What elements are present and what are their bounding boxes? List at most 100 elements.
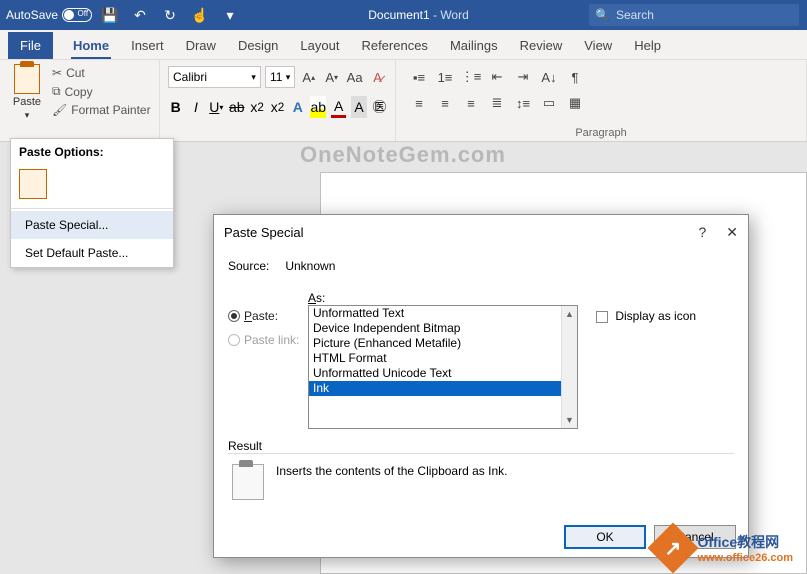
- show-marks-button[interactable]: ¶: [564, 66, 586, 88]
- tab-insert[interactable]: Insert: [129, 32, 166, 59]
- title-bar: AutoSave Off 💾 ↶ ↻ ☝ ▾ Document1 - Word …: [0, 0, 807, 30]
- font-color-button[interactable]: A: [331, 96, 346, 118]
- autosave-label: AutoSave: [6, 8, 58, 22]
- increase-indent-button[interactable]: ⇥: [512, 66, 534, 88]
- qat-customize-icon[interactable]: ▾: [218, 3, 242, 27]
- align-left-button[interactable]: ≡: [408, 92, 430, 114]
- tab-draw[interactable]: Draw: [184, 32, 218, 59]
- font-group: Calibri▾ 11▾ A▴ A▾ Aa A̷ B I U▾ ab x2 x2…: [160, 60, 396, 141]
- chevron-down-icon: ▾: [25, 110, 30, 121]
- multilevel-button[interactable]: ⋮≡: [460, 66, 482, 88]
- list-item-selected[interactable]: Ink: [309, 381, 577, 396]
- paragraph-group: ▪≡ 1≡ ⋮≡ ⇤ ⇥ A↓ ¶ ≡ ≡ ≡ ≣ ↕≡ ▭ ▦ Paragra…: [396, 60, 807, 141]
- autosave-toggle[interactable]: AutoSave Off: [6, 8, 92, 22]
- brush-icon: 🖌: [52, 103, 67, 117]
- corner-watermark: ↗ Office教程网 www.office26.com: [655, 530, 793, 566]
- copy-button[interactable]: ⧉Copy: [52, 84, 151, 99]
- font-name-combo[interactable]: Calibri▾: [168, 66, 261, 88]
- italic-button[interactable]: I: [188, 96, 203, 118]
- sort-button[interactable]: A↓: [538, 66, 560, 88]
- underline-button[interactable]: U▾: [209, 96, 224, 118]
- char-shading-button[interactable]: A: [351, 96, 366, 118]
- superscript-button[interactable]: x2: [270, 96, 285, 118]
- paste-link-radio: Paste link:: [228, 333, 308, 347]
- paste-button[interactable]: Paste ▾: [8, 64, 46, 121]
- radio-unchecked-icon: [228, 334, 240, 346]
- source-label: Source:: [228, 259, 282, 273]
- set-default-paste-menuitem[interactable]: Set Default Paste...: [11, 239, 173, 267]
- paste-special-menuitem[interactable]: Paste Special...: [11, 211, 173, 239]
- office-badge-icon: ↗: [648, 523, 699, 574]
- checkbox-icon: [596, 311, 608, 323]
- display-as-icon-checkbox[interactable]: Display as icon: [596, 309, 696, 323]
- search-input[interactable]: 🔍 Search: [589, 4, 799, 26]
- bullets-button[interactable]: ▪≡: [408, 66, 430, 88]
- numbering-button[interactable]: 1≡: [434, 66, 456, 88]
- search-placeholder: Search: [616, 8, 654, 22]
- clipboard-result-icon: [232, 464, 264, 500]
- enclose-button[interactable]: ㊩: [372, 96, 387, 118]
- tab-design[interactable]: Design: [236, 32, 280, 59]
- shading-button[interactable]: ▭: [538, 92, 560, 114]
- tab-help[interactable]: Help: [632, 32, 663, 59]
- bold-button[interactable]: B: [168, 96, 183, 118]
- tab-references[interactable]: References: [359, 32, 429, 59]
- ok-button[interactable]: OK: [564, 525, 646, 549]
- list-item[interactable]: Device Independent Bitmap: [309, 321, 577, 336]
- touch-mode-icon[interactable]: ☝: [188, 3, 212, 27]
- listbox-scrollbar[interactable]: ▲ ▼: [561, 306, 577, 428]
- change-case-button[interactable]: Aa: [345, 66, 364, 88]
- subscript-button[interactable]: x2: [250, 96, 265, 118]
- justify-button[interactable]: ≣: [486, 92, 508, 114]
- scroll-up-icon[interactable]: ▲: [562, 306, 577, 322]
- line-spacing-button[interactable]: ↕≡: [512, 92, 534, 114]
- radio-checked-icon: [228, 310, 240, 322]
- decrease-indent-button[interactable]: ⇤: [486, 66, 508, 88]
- source-value: Unknown: [285, 259, 335, 273]
- undo-icon[interactable]: ↶: [128, 3, 152, 27]
- align-center-button[interactable]: ≡: [434, 92, 456, 114]
- tab-mailings[interactable]: Mailings: [448, 32, 500, 59]
- as-listbox[interactable]: Unformatted Text Device Independent Bitm…: [308, 305, 578, 429]
- tab-review[interactable]: Review: [518, 32, 565, 59]
- watermark-text: OneNoteGem.com: [300, 142, 506, 168]
- scissors-icon: ✂: [52, 66, 62, 80]
- align-right-button[interactable]: ≡: [460, 92, 482, 114]
- paste-special-dialog: Paste Special ? ✕ Source: Unknown Paste:…: [213, 214, 749, 558]
- save-icon[interactable]: 💾: [98, 3, 122, 27]
- result-text: Inserts the contents of the Clipboard as…: [276, 464, 507, 478]
- search-icon: 🔍: [595, 8, 610, 22]
- scroll-down-icon[interactable]: ▼: [562, 412, 577, 428]
- cut-button[interactable]: ✂Cut: [52, 66, 151, 80]
- keep-source-icon[interactable]: [19, 169, 47, 199]
- paste-radio[interactable]: Paste:: [228, 309, 308, 323]
- list-item[interactable]: Picture (Enhanced Metafile): [309, 336, 577, 351]
- list-item[interactable]: Unformatted Text: [309, 306, 577, 321]
- tab-home[interactable]: Home: [71, 32, 111, 59]
- dialog-title: Paste Special: [224, 225, 304, 240]
- dialog-close-button[interactable]: ✕: [726, 224, 738, 241]
- paste-options-menu: Paste Options: Paste Special... Set Defa…: [10, 138, 174, 268]
- format-painter-button[interactable]: 🖌Format Painter: [52, 103, 151, 117]
- paste-icon: [14, 64, 40, 94]
- copy-icon: ⧉: [52, 84, 61, 99]
- paste-options-header: Paste Options:: [11, 139, 173, 165]
- shrink-font-button[interactable]: A▾: [322, 66, 341, 88]
- tab-layout[interactable]: Layout: [298, 32, 341, 59]
- tab-view[interactable]: View: [582, 32, 614, 59]
- list-item[interactable]: HTML Format: [309, 351, 577, 366]
- grow-font-button[interactable]: A▴: [299, 66, 318, 88]
- redo-icon[interactable]: ↻: [158, 3, 182, 27]
- ribbon: Paste ▾ ✂Cut ⧉Copy 🖌Format Painter Calib…: [0, 60, 807, 142]
- tab-file[interactable]: File: [8, 32, 53, 59]
- list-item[interactable]: Unformatted Unicode Text: [309, 366, 577, 381]
- window-title: Document1 - Word: [248, 8, 589, 22]
- clear-format-button[interactable]: A̷: [368, 66, 387, 88]
- borders-button[interactable]: ▦: [564, 92, 586, 114]
- font-size-combo[interactable]: 11▾: [265, 66, 295, 88]
- strike-button[interactable]: ab: [229, 96, 245, 118]
- text-effects-button[interactable]: A: [290, 96, 305, 118]
- result-label: Result: [228, 439, 734, 453]
- highlight-button[interactable]: ab: [310, 96, 326, 118]
- dialog-help-button[interactable]: ?: [698, 224, 706, 241]
